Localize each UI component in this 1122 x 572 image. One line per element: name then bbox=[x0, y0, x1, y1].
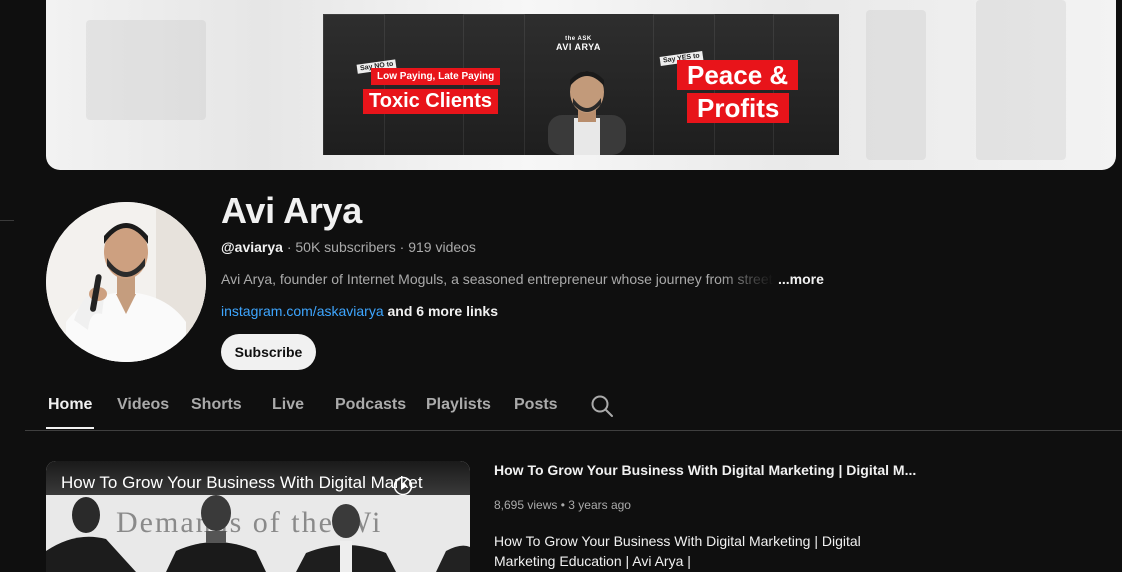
active-tab-indicator bbox=[46, 427, 94, 429]
tab-playlists[interactable]: Playlists bbox=[426, 396, 491, 414]
instagram-link[interactable]: instagram.com/askaviarya bbox=[221, 303, 384, 319]
subscribe-button[interactable]: Subscribe bbox=[221, 334, 316, 370]
description-more-button[interactable]: ...more bbox=[778, 271, 824, 287]
tab-posts[interactable]: Posts bbox=[514, 396, 558, 414]
channel-name: Avi Arya bbox=[221, 190, 363, 231]
featured-video-meta: 8,695 views • 3 years ago bbox=[494, 498, 631, 512]
search-icon[interactable] bbox=[590, 394, 614, 418]
channel-meta: @aviarya · 50K subscribers · 919 videos bbox=[221, 239, 476, 255]
banner-logo-line2: AVI ARYA bbox=[556, 42, 601, 52]
featured-video-title[interactable]: How To Grow Your Business With Digital M… bbox=[494, 462, 916, 478]
channel-handle[interactable]: @aviarya bbox=[221, 239, 283, 255]
tab-home[interactable]: Home bbox=[48, 396, 92, 414]
banner-left-line1: Low Paying, Late Paying bbox=[371, 68, 501, 85]
featured-video-thumbnail[interactable]: How To Grow Your Business With Digital M… bbox=[46, 461, 470, 572]
channel-links: instagram.com/askaviarya and 6 more link… bbox=[221, 303, 498, 319]
channel-description[interactable]: Avi Arya, founder of Internet Moguls, a … bbox=[221, 271, 824, 287]
channel-banner: Say NO to Low Paying, Late Paying Toxic … bbox=[46, 0, 1116, 170]
sidebar-edge-divider bbox=[0, 220, 14, 221]
thumbnail-title: How To Grow Your Business With Digital M… bbox=[61, 473, 423, 492]
channel-avatar[interactable] bbox=[46, 202, 206, 362]
banner-logo: the ASK AVI ARYA bbox=[556, 36, 601, 52]
tab-live[interactable]: Live bbox=[272, 396, 304, 414]
more-links-button[interactable]: and 6 more links bbox=[388, 303, 498, 319]
banner-artwork: Say NO to Low Paying, Late Paying Toxic … bbox=[323, 14, 839, 155]
channel-tabs: Home Videos Shorts Live Podcasts Playlis… bbox=[25, 386, 1122, 431]
tab-podcasts[interactable]: Podcasts bbox=[335, 396, 406, 414]
tab-shorts[interactable]: Shorts bbox=[191, 396, 242, 414]
host-portrait bbox=[548, 71, 626, 155]
meta-separator: · bbox=[399, 239, 409, 255]
upload-age: 3 years ago bbox=[568, 498, 631, 512]
featured-video-description: How To Grow Your Business With Digital M… bbox=[494, 533, 861, 569]
description-text: Avi Arya, founder of Internet Moguls, a … bbox=[221, 271, 773, 287]
banner-right-line1: Peace & bbox=[677, 60, 799, 90]
view-count: 8,695 views bbox=[494, 498, 558, 512]
tab-videos[interactable]: Videos bbox=[117, 396, 169, 414]
banner-left-line2: Toxic Clients bbox=[363, 89, 498, 114]
avatar-portrait bbox=[46, 202, 206, 362]
video-count: 919 videos bbox=[408, 239, 476, 255]
banner-right-line2: Profits bbox=[687, 93, 790, 123]
panel-people-illustration bbox=[46, 495, 470, 572]
subscriber-count: 50K subscribers bbox=[295, 239, 396, 255]
